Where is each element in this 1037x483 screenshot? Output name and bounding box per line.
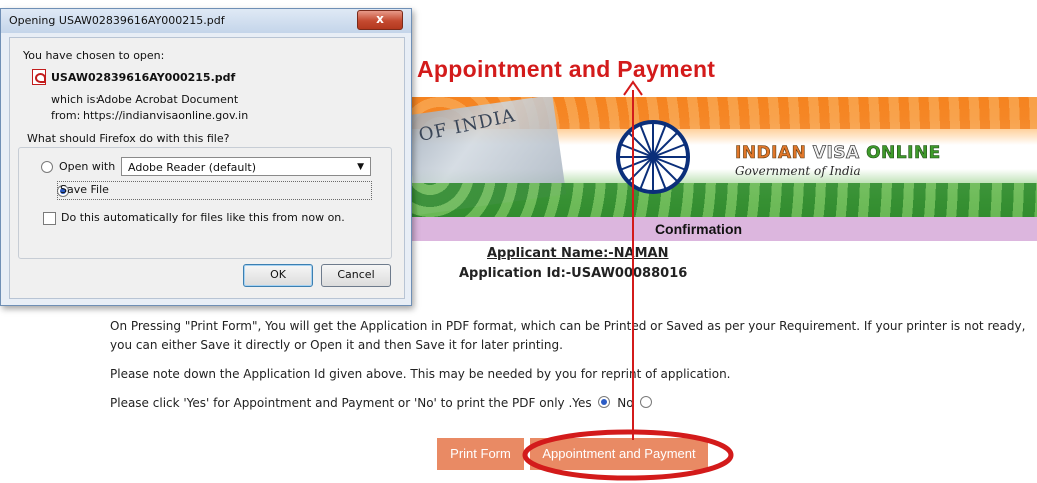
open-with-select[interactable]: Adobe Reader (default) ▼	[121, 157, 371, 176]
chevron-down-icon: ▼	[357, 162, 364, 172]
firefox-open-file-dialog: Opening USAW02839616AY000215.pdf x You h…	[0, 8, 412, 306]
open-with-radio[interactable]	[41, 161, 53, 173]
which-is-label: which is:	[51, 93, 100, 106]
auto-action-checkbox[interactable]	[43, 212, 56, 225]
ok-button[interactable]: OK	[243, 264, 313, 287]
open-with-app: Adobe Reader (default)	[128, 161, 257, 174]
dialog-title: Opening USAW02839616AY000215.pdf	[9, 14, 225, 27]
source-url: https://indianvisaonline.gov.in	[83, 109, 249, 122]
firefox-question: What should Firefox do with this file?	[27, 132, 230, 145]
file-name: USAW02839616AY000215.pdf	[51, 71, 236, 84]
save-file-label[interactable]: Save File	[60, 183, 109, 196]
chosen-to-open-label: You have chosen to open:	[23, 49, 165, 62]
auto-action-label[interactable]: Do this automatically for files like thi…	[61, 211, 345, 224]
open-with-label[interactable]: Open with	[59, 160, 115, 173]
file-type-value: Adobe Acrobat Document	[97, 93, 239, 106]
dialog-close-button[interactable]: x	[357, 10, 403, 30]
annotation-ellipse	[522, 429, 734, 481]
from-label: from:	[51, 109, 81, 122]
pdf-file-icon	[32, 69, 46, 85]
cancel-button[interactable]: Cancel	[321, 264, 391, 287]
